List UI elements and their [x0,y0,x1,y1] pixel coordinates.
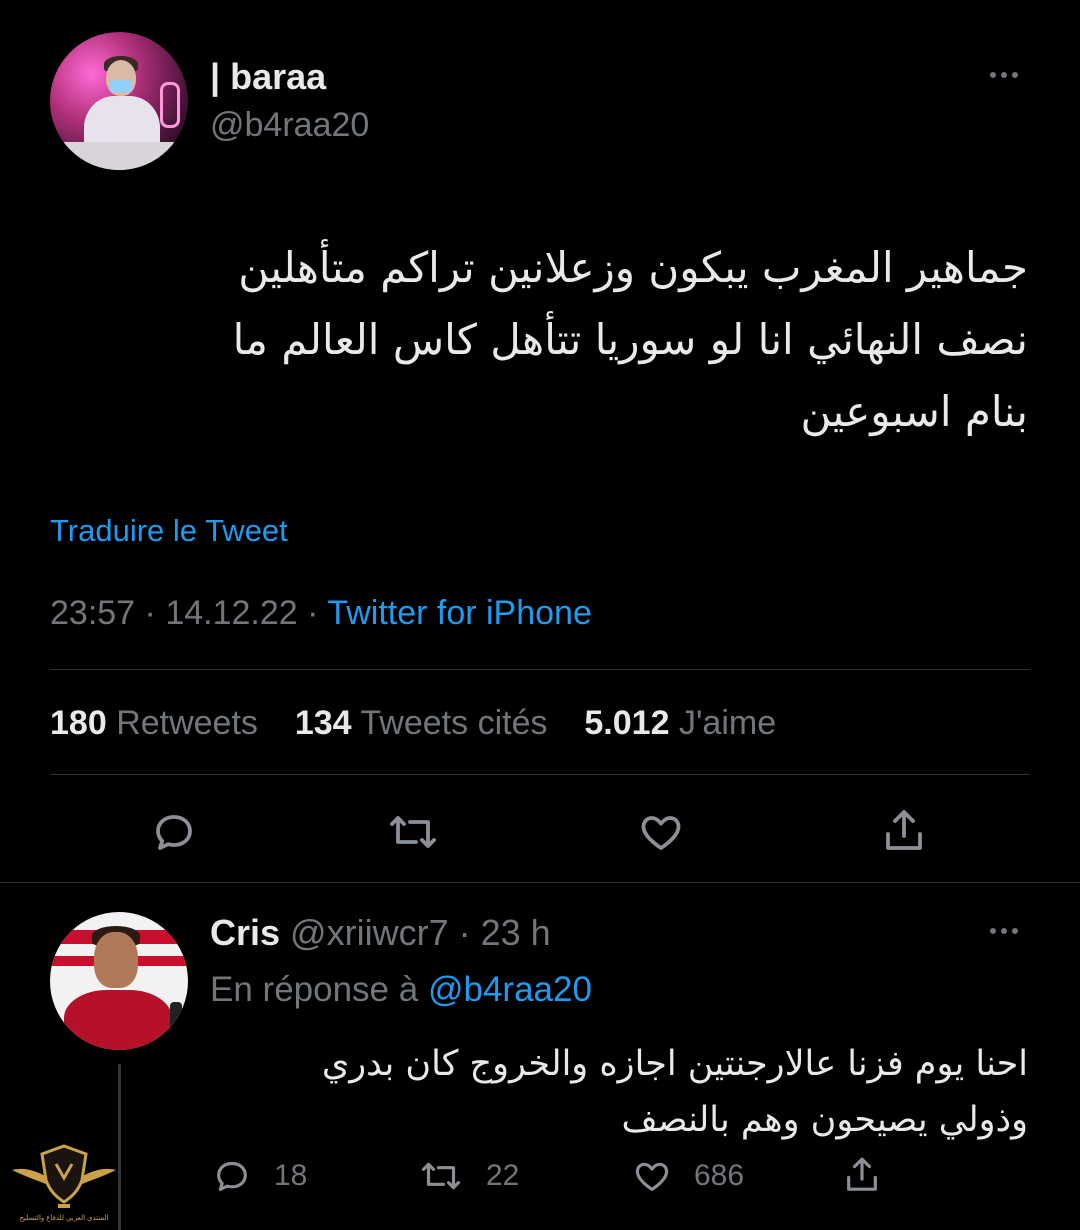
retweets-stat[interactable]: 180 Retweets [50,704,267,742]
reply-text-line: وذولي يصيحون وهم بالنصف [621,1100,1029,1140]
display-name[interactable]: | baraa [210,56,326,98]
likes-count: 5.012 [584,704,670,742]
shield-icon [12,1144,116,1208]
reply-reply-button[interactable]: 18 [212,1156,307,1196]
reply-handle[interactable]: @xriiwcr7 [290,912,449,953]
tweet-source-link[interactable]: Twitter for iPhone [327,594,592,632]
divider [0,882,1080,883]
quotes-label: Tweets cités [360,704,548,742]
quotes-stat[interactable]: 134 Tweets cités [295,704,557,742]
avatar-mask [110,80,132,92]
reply-time[interactable]: 23 h [481,912,551,953]
user-handle[interactable]: @b4raa20 [210,106,369,145]
meta-separator: · [307,594,319,632]
translate-tweet-link[interactable]: Traduire le Tweet [50,513,288,549]
reply-like-button[interactable]: 686 [632,1156,744,1196]
reply-text-line: احنا يوم فزنا عالارجنتين اجازه والخروج ك… [321,1044,1028,1084]
reply-header: Cris @xriiwcr7 · 23 h [210,912,551,954]
retweets-count: 180 [50,704,107,742]
more-options-icon[interactable] [990,72,1018,78]
avatar[interactable] [50,32,188,170]
reply-mention-link[interactable]: @b4raa20 [428,970,592,1009]
tweet-text-line: جماهير المغرب يبكون وزعلانين تراكم متأهل… [238,243,1028,292]
like-count: 686 [694,1159,745,1192]
reply-icon [217,1161,247,1191]
retweet-count: 22 [486,1159,520,1192]
reply-retweet-button[interactable]: 22 [418,1156,519,1196]
avatar-counter [50,142,188,170]
tweet-stats: 180 Retweets 134 Tweets cités 5.012 J'ai… [50,704,776,743]
tweet-date[interactable]: 14.12.22 [165,594,297,632]
avatar-mic [170,1002,182,1036]
divider [50,774,1030,775]
tweet-meta: 23:57 · 14.12.22 · Twitter for iPhone [50,594,592,633]
avatar-face [94,932,138,988]
like-icon[interactable] [636,808,686,856]
reply-count: 18 [274,1159,308,1192]
reply-avatar[interactable] [50,912,188,1050]
retweet-icon[interactable] [386,808,440,856]
quotes-count: 134 [294,704,352,742]
reply-icon[interactable] [150,808,198,856]
likes-label: J'aime [678,704,777,742]
forum-watermark-logo: المنتدى العربي للدفاع والتسليح [8,1140,120,1230]
retweet-icon [421,1162,461,1190]
avatar-neon [160,82,180,128]
meta-separator: · [458,912,471,953]
more-options-icon[interactable] [990,928,1018,934]
avatar-shirt [64,990,172,1050]
divider [50,669,1030,670]
tweet-time[interactable]: 23:57 [50,594,135,632]
like-icon [635,1162,669,1191]
reply-display-name[interactable]: Cris [210,912,280,953]
tweet-text-line: بنام اسبوعين [800,387,1028,436]
reply-context: En réponse à @b4raa20 [210,970,592,1010]
meta-separator: · [144,594,156,632]
retweets-label: Retweets [116,704,258,742]
reply-prefix: En réponse à [210,970,419,1009]
reply-text: احنا يوم فزنا عالارجنتين اجازه والخروج ك… [208,1036,1028,1148]
watermark-text: المنتدى العربي للدفاع والتسليح [19,1215,109,1222]
tweet-text: جماهير المغرب يبكون وزعلانين تراكم متأهل… [48,232,1028,448]
tweet-text-line: نصف النهائي انا لو سوريا تتأهل كاس العال… [232,315,1028,364]
share-icon[interactable] [842,1154,882,1196]
share-icon[interactable] [880,806,928,856]
likes-stat[interactable]: 5.012 J'aime [584,704,776,742]
